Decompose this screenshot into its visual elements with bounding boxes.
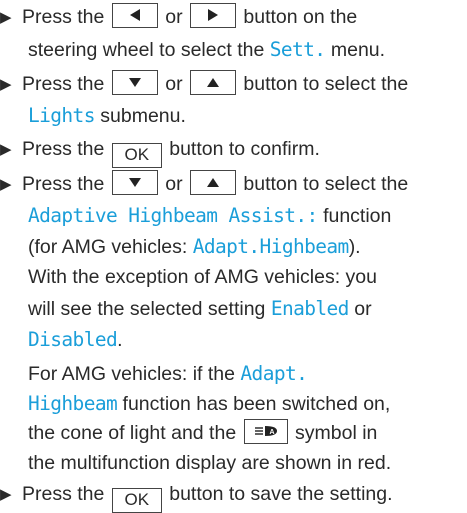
step-text: button to select the — [243, 173, 409, 195]
step-text: Press the — [22, 138, 105, 160]
step-text: For AMG vehicles: if the — [28, 363, 235, 385]
or-text: or — [165, 6, 183, 28]
amg-function-name: Adapt.Highbeam — [192, 235, 350, 258]
step-text: (for AMG vehicles: — [28, 236, 188, 258]
step-text: steering wheel to select the — [28, 39, 265, 61]
step-2-line-2: Lights submenu. — [28, 99, 186, 133]
step-text: function has been switched on, — [122, 393, 391, 415]
function-name: Adaptive Highbeam Assist.: — [28, 204, 318, 227]
step-text: symbol in — [295, 422, 378, 444]
step-4-line-6: Disabled. — [28, 323, 123, 357]
step-4-para-2-line-1: For AMG vehicles: if the Adapt. — [28, 357, 308, 391]
ok-button-icon: OK — [111, 488, 162, 513]
up-arrow-button-icon — [189, 170, 236, 195]
step-text: button to confirm. — [169, 138, 320, 160]
step-text: button to select the — [243, 73, 409, 95]
step-4-line-1: ▶ Press the or button to select the — [0, 168, 408, 201]
or-text: or — [165, 173, 183, 195]
amg-function-name: Adapt. — [240, 362, 308, 385]
step-3-line-1: ▶ Press the OK button to confirm. — [0, 133, 320, 168]
down-arrow-button-icon — [111, 70, 158, 95]
step-text: . — [117, 329, 123, 351]
step-4-para-2-line-2: Highbeam function has been switched on, — [28, 387, 390, 421]
step-text: submenu. — [100, 105, 186, 127]
step-text: Press the — [22, 483, 105, 505]
ok-button-icon: OK — [111, 143, 162, 168]
left-arrow-button-icon — [111, 3, 158, 28]
step-text: ). — [348, 236, 361, 258]
submenu-name: Lights — [28, 104, 95, 127]
step-text: the cone of light and the — [28, 422, 237, 444]
step-text: button to save the setting. — [169, 483, 393, 505]
right-arrow-button-icon — [189, 3, 236, 28]
step-text: Press the — [22, 73, 105, 95]
step-4-line-3: (for AMG vehicles: Adapt.Highbeam). — [28, 230, 361, 264]
step-2-line-1: ▶ Press the or button to select the — [0, 68, 408, 101]
step-text: menu. — [330, 39, 386, 61]
step-4-line-2: Adaptive Highbeam Assist.: function — [28, 199, 391, 233]
step-1-line-2: steering wheel to select the Sett. menu. — [28, 33, 385, 67]
instruction-page: ▶ Press the or button on the steering whe… — [0, 0, 467, 513]
step-text: Press the — [22, 6, 105, 28]
step-text: button on the — [243, 6, 358, 28]
step-4-para-2-line-3: the cone of light and the A symbol in — [28, 417, 377, 450]
step-4-line-4: With the exception of AMG vehicles: you — [28, 261, 377, 294]
step-1-line-1: ▶ Press the or button on the — [0, 1, 357, 34]
menu-name: Sett. — [269, 38, 326, 61]
bullet-triangle-icon: ▶ — [0, 76, 12, 93]
or-text: or — [165, 73, 183, 95]
svg-text:A: A — [269, 429, 274, 436]
highbeam-assist-symbol-icon: A — [243, 419, 288, 444]
down-arrow-button-icon — [111, 170, 158, 195]
up-arrow-button-icon — [189, 70, 236, 95]
step-text: the multifunction display are shown in r… — [28, 452, 392, 474]
step-text: will see the selected setting — [28, 298, 266, 320]
step-text: Press the — [22, 173, 105, 195]
setting-disabled: Disabled — [28, 328, 118, 351]
bullet-triangle-icon: ▶ — [0, 141, 12, 158]
setting-enabled: Enabled — [270, 297, 350, 320]
or-text: or — [354, 298, 372, 320]
step-4-para-2-line-4: the multifunction display are shown in r… — [28, 447, 391, 480]
step-4-line-5: will see the selected setting Enabled or — [28, 292, 372, 326]
bullet-triangle-icon: ▶ — [0, 176, 12, 193]
bullet-triangle-icon: ▶ — [0, 486, 12, 503]
step-text: function — [323, 205, 392, 227]
step-text: With the exception of AMG vehicles: you — [28, 266, 378, 288]
amg-function-name: Highbeam — [28, 392, 118, 415]
bullet-triangle-icon: ▶ — [0, 9, 12, 26]
step-5-line-1: ▶ Press the OK button to save the setting… — [0, 478, 393, 513]
